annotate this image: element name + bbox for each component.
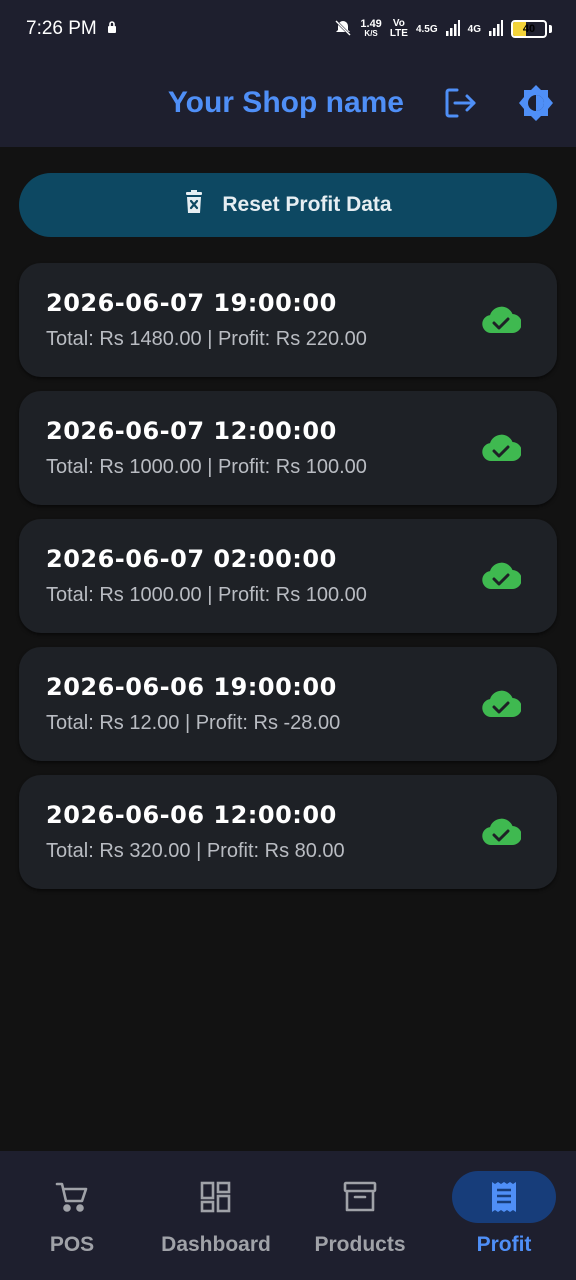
logout-icon[interactable] [440,83,480,123]
record-date: 2026-06-07 12:00:00 [46,417,337,445]
status-bar: 7:26 PM 1.49 K/S Vo LTE 4.5G 4G 40 [0,0,576,58]
volte-indicator: Vo LTE [389,18,408,39]
list-item[interactable]: 2026-06-06 12:00:00 Total: Rs 320.00 | P… [19,775,557,889]
app-title: Your Shop name [167,85,404,119]
cart-icon [55,1182,88,1212]
nav-item-products[interactable]: Products [288,1151,432,1280]
record-summary: Total: Rs 1000.00 | Profit: Rs 100.00 [46,584,367,606]
nav-item-pos[interactable]: POS [0,1151,144,1280]
reset-button-label: Reset Profit Data [222,193,392,216]
nav-label: Profit [476,1233,532,1256]
lock-icon [107,18,117,40]
list-item[interactable]: 2026-06-06 19:00:00 Total: Rs 12.00 | Pr… [19,647,557,761]
record-date: 2026-06-06 12:00:00 [46,801,337,829]
net1-label: 4.5G [415,23,438,35]
net2-label: 4G [467,23,481,35]
record-date: 2026-06-06 19:00:00 [46,673,337,701]
bottom-navigation: POS Dashboard Products Profit [0,1151,576,1280]
record-summary: Total: Rs 1000.00 | Profit: Rs 100.00 [46,456,367,478]
signal-icon [489,19,503,39]
nav-label: Dashboard [161,1233,271,1256]
theme-toggle-icon[interactable] [516,83,556,123]
profit-records-list: 2026-06-07 19:00:00 Total: Rs 1480.00 | … [19,263,557,903]
record-summary: Total: Rs 320.00 | Profit: Rs 80.00 [46,840,345,862]
record-summary: Total: Rs 12.00 | Profit: Rs -28.00 [46,712,341,734]
status-time: 7:26 PM [26,18,97,39]
app-bar: Your Shop name [0,58,576,147]
cloud-done-icon [482,562,521,590]
nav-label: Products [314,1233,406,1256]
list-item[interactable]: 2026-06-07 02:00:00 Total: Rs 1000.00 | … [19,519,557,633]
nav-item-profit[interactable]: Profit [432,1151,576,1280]
list-item[interactable]: 2026-06-07 19:00:00 Total: Rs 1480.00 | … [19,263,557,377]
nav-label: POS [49,1233,95,1256]
nav-item-dashboard[interactable]: Dashboard [144,1151,288,1280]
receipt-icon [492,1182,516,1212]
mute-icon [334,19,352,40]
record-date: 2026-06-07 02:00:00 [46,545,337,573]
archive-icon [343,1181,377,1212]
list-item[interactable]: 2026-06-07 12:00:00 Total: Rs 1000.00 | … [19,391,557,505]
net-speed: 1.49 K/S [360,18,382,39]
record-date: 2026-06-07 19:00:00 [46,289,337,317]
cloud-done-icon [482,818,521,846]
dashboard-icon [200,1181,231,1213]
cloud-done-icon [482,690,521,718]
delete-icon [184,190,204,220]
reset-profit-data-button[interactable]: Reset Profit Data [19,173,557,237]
cloud-done-icon [482,306,521,334]
battery-icon: 40 [511,20,547,38]
signal-icon [445,19,460,39]
cloud-done-icon [482,434,521,462]
record-summary: Total: Rs 1480.00 | Profit: Rs 220.00 [46,328,367,350]
